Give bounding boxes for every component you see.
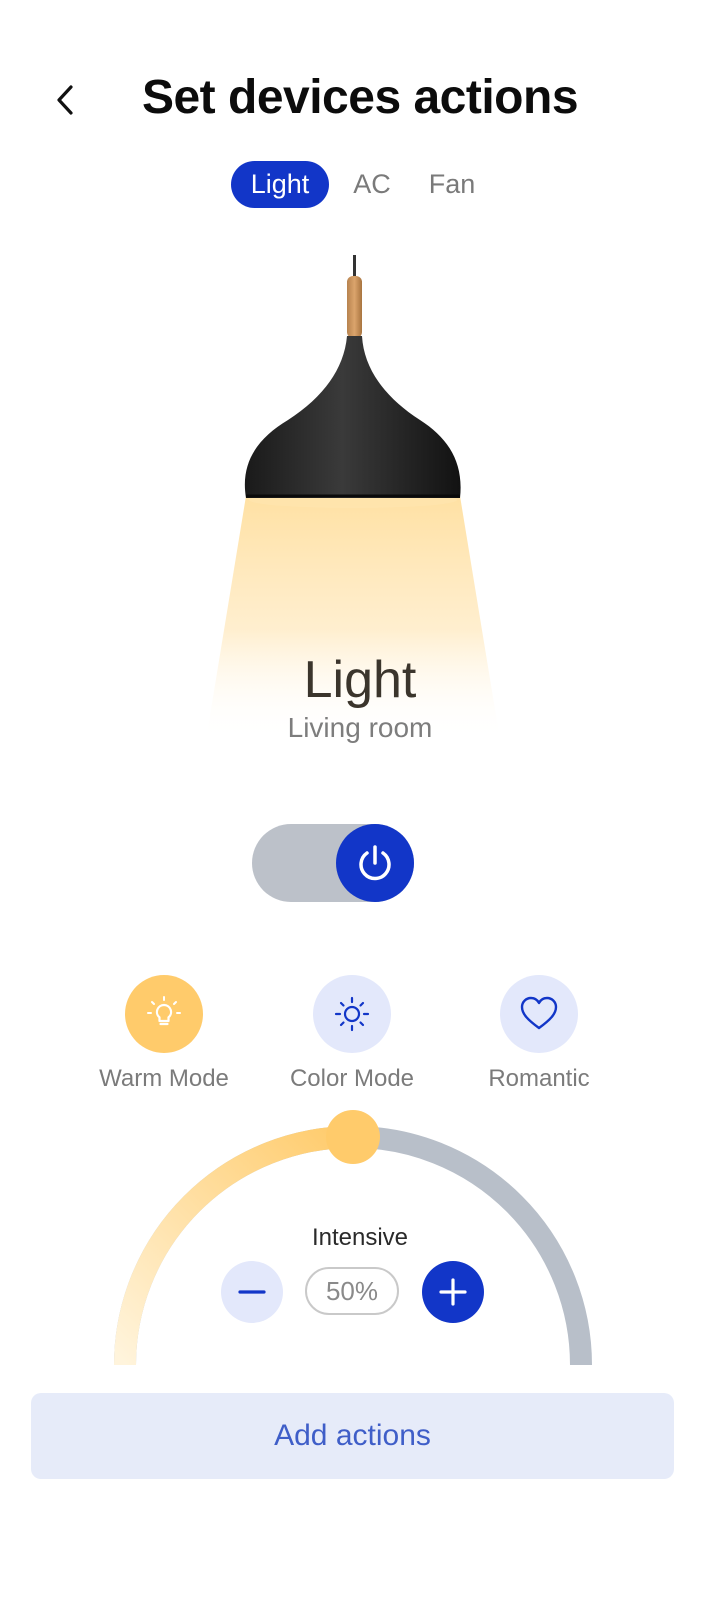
mode-color[interactable]: Color Mode (262, 975, 442, 1093)
increase-button[interactable] (422, 1261, 484, 1323)
minus-icon (238, 1290, 266, 1294)
tab-fan[interactable]: Fan (415, 161, 490, 208)
tab-ac[interactable]: AC (339, 161, 405, 208)
plus-icon (439, 1278, 467, 1306)
device-tabs: Light AC Fan (0, 161, 720, 208)
device-name: Light (303, 651, 417, 709)
mode-warm-label: Warm Mode (99, 1065, 229, 1092)
power-icon (359, 845, 391, 881)
mode-romantic[interactable]: Romantic (449, 975, 629, 1093)
intensity-thumb[interactable] (326, 1110, 380, 1164)
mode-color-circle[interactable] (313, 975, 391, 1053)
lightbulb-icon (147, 996, 181, 1026)
tab-light[interactable]: Light (230, 161, 330, 208)
page-title: Set devices actions (141, 71, 579, 124)
sun-icon (334, 996, 370, 1032)
device-room: Living room (287, 712, 433, 743)
mode-romantic-label: Romantic (488, 1065, 590, 1092)
intensity-label: Intensive (311, 1224, 409, 1251)
power-knob[interactable] (336, 824, 414, 902)
mode-color-label: Color Mode (289, 1065, 415, 1092)
add-actions-button[interactable]: Add actions (31, 1393, 674, 1479)
power-toggle[interactable] (252, 824, 414, 902)
intensity-value: 50% (305, 1267, 399, 1315)
mode-warm-circle[interactable] (125, 975, 203, 1053)
mode-warm[interactable]: Warm Mode (74, 975, 254, 1093)
decrease-button[interactable] (221, 1261, 283, 1323)
mode-romantic-circle[interactable] (500, 975, 578, 1053)
heart-icon (520, 996, 558, 1030)
